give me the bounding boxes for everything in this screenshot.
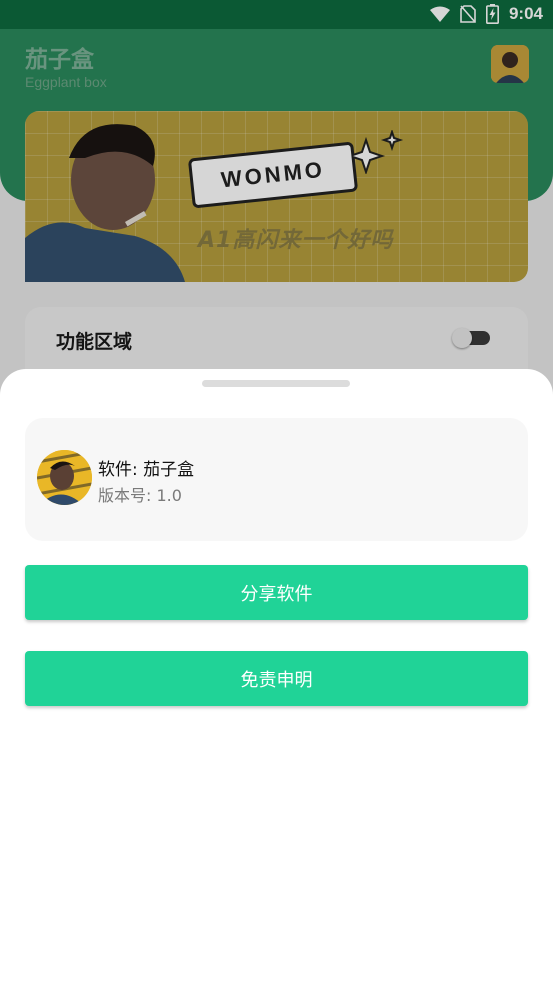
software-name: 软件: 茄子盒 [98, 460, 195, 480]
app-icon [37, 450, 92, 505]
bottom-sheet: 软件: 茄子盒 版本号: 1.0 分享软件 免责申明 [0, 369, 553, 983]
sheet-drag-handle[interactable] [202, 380, 350, 387]
app-info-card: 软件: 茄子盒 版本号: 1.0 [25, 418, 528, 541]
share-button[interactable]: 分享软件 [25, 565, 528, 620]
app-logo-icon [37, 450, 92, 505]
version-number: 版本号: 1.0 [98, 486, 182, 505]
disclaimer-button[interactable]: 免责申明 [25, 651, 528, 706]
